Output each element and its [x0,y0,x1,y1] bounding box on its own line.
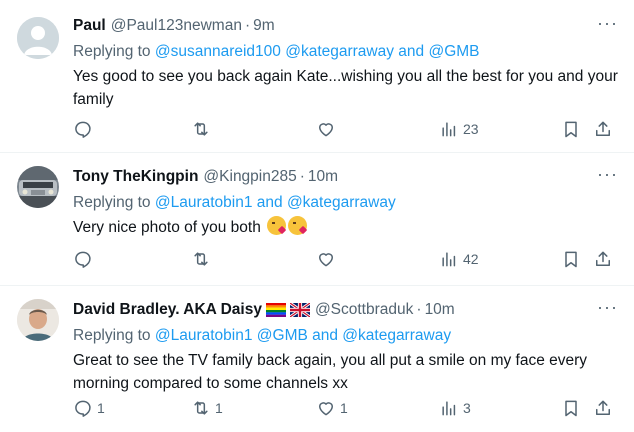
share-icon [596,121,610,136]
replying-to-mentions[interactable]: @Lauratobin1 @GMB and @kategarraway [155,327,451,344]
retweet-button[interactable]: 1 [191,396,223,420]
display-name[interactable]: David Bradley. AKA Daisy [73,301,262,319]
like-button[interactable] [316,117,340,141]
heart-icon [319,253,333,267]
default-avatar-icon [17,17,59,59]
bookmark-button[interactable] [561,117,581,141]
retweet-count: 1 [215,400,223,416]
reply-icon [75,121,91,138]
views-button[interactable]: 42 [439,247,479,271]
share-button[interactable] [593,117,613,141]
separator-dot: · [416,301,422,318]
replying-to-label: Replying to [73,43,155,60]
share-button[interactable] [593,396,613,420]
heart-icon [319,402,333,416]
bookmark-icon [565,121,577,138]
reply-button[interactable] [73,117,97,141]
retweet-icon [194,122,208,136]
user-handle[interactable]: @Paul123newman [111,17,242,35]
separator-dot: · [299,168,305,185]
bookmark-icon [565,251,577,268]
retweet-button[interactable] [191,117,215,141]
user-handle[interactable]: @Scottbraduk [315,301,413,319]
avatar[interactable] [17,299,59,341]
kiss-emoji-icon [267,216,287,235]
views-count: 3 [463,400,471,416]
replying-to-label: Replying to [73,327,155,344]
views-button[interactable]: 23 [439,117,479,141]
tweet[interactable]: Tony TheKingpin @Kingpin285 · 10m ··· Re… [0,152,634,285]
avatar[interactable] [17,166,59,208]
kiss-emoji-icon [288,216,308,235]
share-icon [596,251,610,266]
bookmark-icon [565,400,577,417]
tweet-header: Paul @Paul123newman · 9m ··· [73,14,624,38]
tweet-text-container: Very nice photo of you both [73,216,624,239]
replying-to-label: Replying to [73,194,155,211]
retweet-button[interactable] [191,247,215,271]
replying-to-mentions[interactable]: @Lauratobin1 and @kategarraway [155,194,396,211]
replying-to: Replying to @susannareid100 @kategarrawa… [73,43,624,61]
avatar[interactable] [17,17,59,59]
replying-to-mentions[interactable]: @susannareid100 @kategarraway and @GMB [155,43,480,60]
reply-button[interactable]: 1 [73,396,105,420]
like-count: 1 [340,400,348,416]
person-photo-avatar-icon [17,299,59,341]
views-icon [442,401,456,416]
more-options-icon[interactable]: ··· [597,165,618,183]
reply-count: 1 [97,400,105,416]
views-count: 23 [463,121,479,137]
like-button[interactable] [316,247,340,271]
union-jack-flag-icon [289,303,310,317]
bookmark-button[interactable] [561,247,581,271]
more-options-icon[interactable]: ··· [597,14,618,32]
timestamp[interactable]: 10m [308,168,338,186]
car-photo-avatar-icon [17,166,59,208]
heart-icon [319,123,333,137]
action-bar: 42 [73,247,624,271]
retweet-icon [194,401,208,415]
like-button[interactable]: 1 [316,396,348,420]
tweet-header: Tony TheKingpin @Kingpin285 · 10m ··· [73,165,624,189]
reply-icon [75,400,91,417]
replying-to: Replying to @Lauratobin1 @GMB and @kateg… [73,327,624,345]
tweet-header: David Bradley. AKA Daisy @Scottbraduk · … [73,298,624,322]
views-icon [442,122,456,137]
views-icon [442,252,456,267]
share-icon [596,400,610,415]
action-bar: 23 [73,117,624,141]
user-handle[interactable]: @Kingpin285 [203,168,296,186]
bookmark-button[interactable] [561,396,581,420]
reply-button[interactable] [73,247,97,271]
display-name[interactable]: Paul [73,17,106,35]
more-options-icon[interactable]: ··· [597,298,618,316]
timestamp[interactable]: 10m [425,301,455,319]
reply-icon [75,251,91,268]
views-count: 42 [463,251,479,267]
views-button[interactable]: 3 [439,396,471,420]
rainbow-flag-icon [265,303,286,317]
timestamp[interactable]: 9m [253,17,275,35]
replying-to: Replying to @Lauratobin1 and @kategarraw… [73,194,624,212]
tweet[interactable]: Paul @Paul123newman · 9m ··· Replying to… [0,0,634,152]
share-button[interactable] [593,247,613,271]
tweet-text: Great to see the TV family back again, y… [73,352,588,392]
separator-dot: · [244,17,251,34]
tweet-text: Yes good to see you back again Kate...wi… [73,68,618,108]
action-bar: 1 1 1 3 [73,396,624,420]
display-name[interactable]: Tony TheKingpin [73,168,198,186]
tweet-text: Very nice photo of you both [73,219,261,236]
tweet[interactable]: David Bradley. AKA Daisy @Scottbraduk · … [0,285,634,432]
retweet-icon [194,252,208,266]
